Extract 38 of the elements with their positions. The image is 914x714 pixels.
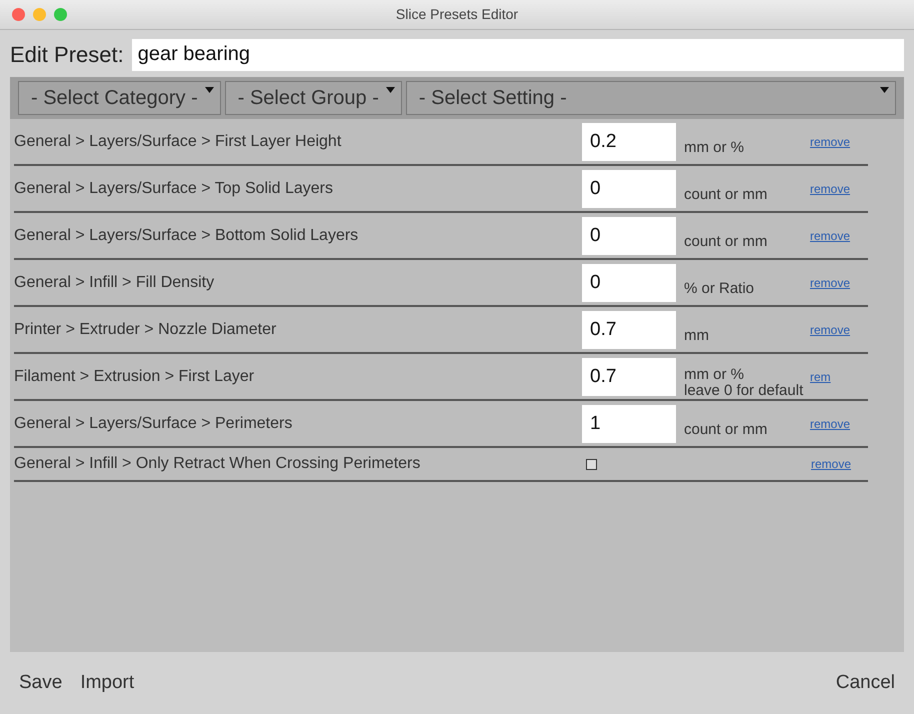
setting-path: General > Infill > Fill Density [14,272,216,292]
setting-path: Printer > Extruder > Nozzle Diameter [14,320,278,340]
window-title: Slice Presets Editor [396,5,518,24]
footer-button[interactable]: Save [19,668,62,698]
window-control-icon[interactable] [54,8,67,21]
unit-label: mm [684,328,710,344]
unit-label: count or mm [684,234,768,250]
value-field[interactable]: 0.7 [582,358,676,396]
caret-icon [386,87,395,93]
select-dropdown[interactable]: - Select Setting - [406,81,896,115]
cancel-button[interactable]: Cancel [836,668,895,698]
value-field[interactable]: 0 [582,264,676,302]
unit-label: mm or % [684,140,745,156]
setting-path: General > Layers/Surface > Bottom Solid Layers [14,226,360,246]
preset-label: Edit Preset: [10,41,124,69]
value-field[interactable]: 0.7 [582,311,676,349]
setting-path: General > Layers/Surface > First Layer Height [14,132,342,152]
window-control-icon[interactable] [12,8,25,21]
setting-path: General > Infill > Only Retract When Crossing Perimeters [14,454,422,474]
footer-button[interactable]: Import [80,668,134,698]
setting-path: Filament > Extrusion > First Layer [14,366,256,386]
caret-icon [880,87,889,93]
setting-path: General > Layers/Surface > Perimeters [14,414,294,434]
value-field[interactable]: 0 [582,170,676,208]
value-field[interactable]: 0 [582,217,676,255]
unit-label: % or Ratio [684,280,756,296]
window-control-icon[interactable] [33,8,46,21]
value-field[interactable]: 0.2 [582,123,676,161]
unit-label: mm or % leave 0 for default [684,366,804,398]
select-dropdown[interactable]: - Select Category - [18,81,221,115]
checkbox[interactable] [586,458,597,470]
setting-path: General > Layers/Surface > Top Solid Layers [14,178,334,198]
value-field[interactable]: 1 [582,405,676,443]
unit-label: count or mm [684,186,768,202]
unit-label: count or mm [684,422,768,438]
select-dropdown[interactable]: - Select Group - [224,81,402,115]
caret-icon [204,87,214,93]
preset-name-field[interactable]: gear bearing [132,38,904,70]
